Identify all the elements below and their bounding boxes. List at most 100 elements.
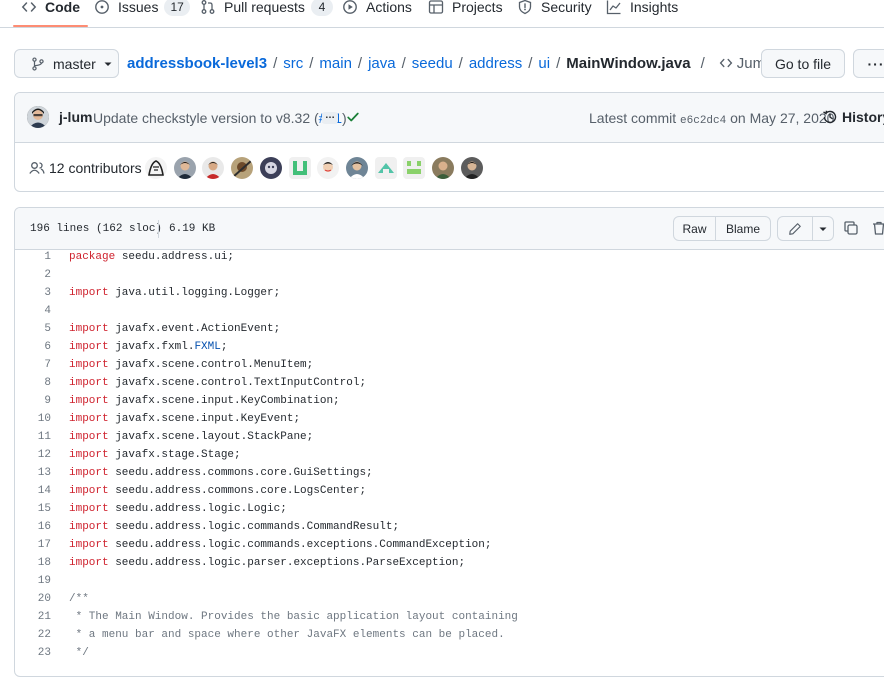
tab-security[interactable]: Security	[517, 0, 592, 17]
line-number[interactable]: 16	[14, 521, 51, 533]
code-icon	[719, 56, 733, 70]
go-to-file-button[interactable]: Go to file	[761, 49, 845, 78]
edit-button[interactable]	[777, 216, 813, 241]
line-number[interactable]: 22	[14, 629, 51, 641]
history-link[interactable]: History	[822, 109, 884, 125]
tab-actions[interactable]: Actions	[342, 0, 412, 17]
code-line: */	[69, 647, 89, 659]
branch-label: master	[53, 55, 96, 72]
code-line: import javafx.scene.control.MenuItem;	[69, 359, 314, 371]
expand-commit-message-button[interactable]: …	[322, 111, 338, 124]
line-number[interactable]: 4	[14, 305, 51, 317]
line-number[interactable]: 7	[14, 359, 51, 371]
trash-icon[interactable]	[871, 220, 884, 241]
line-number[interactable]: 19	[14, 575, 51, 587]
more-options-button[interactable]: ···	[853, 49, 884, 78]
contributor-avatar[interactable]	[317, 157, 339, 179]
commit-date: on May 27, 2020	[730, 110, 835, 126]
contributor-avatar[interactable]	[174, 157, 196, 179]
code-line: package seedu.address.ui;	[69, 251, 235, 263]
breadcrumb-main-link[interactable]: main	[319, 55, 352, 72]
branch-icon	[31, 56, 45, 71]
check-success-icon	[346, 110, 360, 129]
code-line: import javafx.stage.Stage;	[69, 449, 241, 461]
commit-message-text: Update checkstyle version to v8.32 (	[93, 110, 319, 126]
repo-nav: Code Issues 17 Pull requests 4 Actions P…	[0, 0, 884, 28]
edit-options-button[interactable]	[812, 216, 834, 241]
contributor-avatar[interactable]	[202, 157, 224, 179]
contributor-avatar[interactable]	[346, 157, 368, 179]
code-line: import javafx.event.ActionEvent;	[69, 323, 281, 335]
pencil-icon	[788, 222, 802, 236]
contributor-avatar[interactable]	[461, 157, 483, 179]
caret-down-icon	[104, 60, 112, 68]
issue-icon	[94, 0, 110, 15]
branch-select-button[interactable]: master	[14, 49, 119, 78]
contributor-avatar[interactable]	[231, 157, 253, 179]
commit-message[interactable]: Update checkstyle version to v8.32 (#41)	[93, 110, 347, 126]
author-avatar[interactable]	[27, 106, 49, 128]
contributor-avatar[interactable]	[403, 157, 425, 179]
breadcrumb-address-link[interactable]: address	[469, 55, 522, 72]
pull-request-icon	[200, 0, 216, 15]
code-line: import seedu.address.logic.Logic;	[69, 503, 287, 515]
history-icon	[822, 109, 838, 125]
line-number[interactable]: 12	[14, 449, 51, 461]
latest-commit-info: Latest commit e6c2dc4 on May 27, 2020	[589, 110, 834, 127]
line-number[interactable]: 14	[14, 485, 51, 497]
blame-button[interactable]: Blame	[715, 216, 771, 241]
contributor-avatar[interactable]	[145, 157, 167, 179]
line-number[interactable]: 11	[14, 431, 51, 443]
line-number[interactable]: 3	[14, 287, 51, 299]
breadcrumb-java-link[interactable]: java	[368, 55, 396, 72]
commit-box: j-lum Update checkstyle version to v8.32…	[14, 92, 884, 192]
tab-insights[interactable]: Insights	[606, 0, 678, 17]
issues-counter: 17	[164, 0, 190, 16]
line-number[interactable]: 18	[14, 557, 51, 569]
contributors-link[interactable]: 12 contributors	[29, 160, 142, 176]
contributor-avatar[interactable]	[260, 157, 282, 179]
breadcrumb-separator: /	[556, 54, 561, 72]
contributor-avatar[interactable]	[289, 157, 311, 179]
code-line: import java.util.logging.Logger;	[69, 287, 281, 299]
breadcrumb-ui-link[interactable]: ui	[538, 55, 550, 72]
code-line: import seedu.address.commons.core.GuiSet…	[69, 467, 373, 479]
contributor-avatar[interactable]	[432, 157, 454, 179]
line-number[interactable]: 1	[14, 251, 51, 263]
line-number[interactable]: 2	[14, 269, 51, 281]
tab-label: Projects	[452, 0, 503, 15]
commit-author-link[interactable]: j-lum	[59, 109, 92, 125]
line-number[interactable]: 17	[14, 539, 51, 551]
breadcrumb-src-link[interactable]: src	[283, 55, 303, 72]
breadcrumb-seedu-link[interactable]: seedu	[412, 55, 453, 72]
play-icon	[342, 0, 358, 15]
breadcrumb-separator: /	[458, 54, 463, 72]
file-line-count: 196 lines (162 sloc)	[30, 223, 163, 235]
breadcrumb-repo-link[interactable]: addressbook-level3	[127, 55, 267, 72]
copy-icon[interactable]	[843, 220, 859, 241]
line-number[interactable]: 6	[14, 341, 51, 353]
breadcrumb-separator: /	[273, 54, 278, 72]
line-number[interactable]: 15	[14, 503, 51, 515]
tab-pull-requests[interactable]: Pull requests 4	[200, 0, 333, 17]
breadcrumb-separator: /	[700, 54, 705, 72]
tab-issues[interactable]: Issues 17	[94, 0, 190, 17]
raw-button[interactable]: Raw	[673, 216, 716, 241]
code-line: /**	[69, 593, 89, 605]
line-number[interactable]: 23	[14, 647, 51, 659]
tab-label: Security	[541, 0, 592, 15]
code-line: import seedu.address.logic.parser.except…	[69, 557, 466, 569]
line-number[interactable]: 5	[14, 323, 51, 335]
line-number[interactable]: 21	[14, 611, 51, 623]
caret-down-icon	[819, 225, 827, 233]
line-number[interactable]: 10	[14, 413, 51, 425]
tab-projects[interactable]: Projects	[428, 0, 503, 17]
line-number[interactable]: 8	[14, 377, 51, 389]
people-icon	[29, 160, 45, 176]
commit-sha-link[interactable]: e6c2dc4	[680, 115, 726, 127]
line-number[interactable]: 9	[14, 395, 51, 407]
tab-code[interactable]: Code	[13, 0, 88, 27]
line-number[interactable]: 13	[14, 467, 51, 479]
contributor-avatar[interactable]	[375, 157, 397, 179]
line-number[interactable]: 20	[14, 593, 51, 605]
